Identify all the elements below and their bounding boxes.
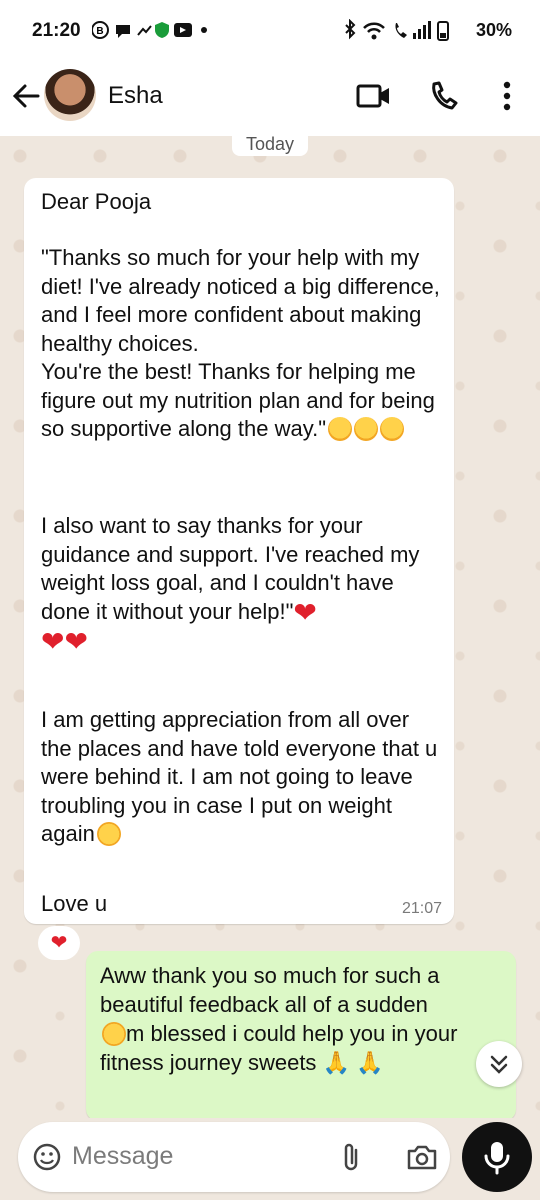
contact-name[interactable]: Esha (108, 82, 163, 110)
folded-hands-emoji: 🙏 (356, 1050, 384, 1075)
camera-icon[interactable] (406, 1142, 438, 1177)
more-options-icon[interactable] (500, 76, 514, 121)
kissing-face-emoji (380, 417, 405, 441)
kissing-face-emoji (354, 417, 379, 441)
heart-emoji: ❤ (64, 626, 88, 657)
scroll-down-button[interactable] (476, 1041, 522, 1087)
outgoing-message[interactable]: Aww thank you so much for such a beautif… (86, 951, 516, 1118)
message-composer[interactable]: Message (18, 1122, 450, 1192)
phone-icon[interactable] (428, 76, 462, 121)
message-paragraph: "Thanks so much for your help with my di… (41, 245, 440, 441)
incoming-message[interactable]: Dear Pooja "Thanks so much for your help… (24, 178, 454, 924)
date-divider: Today (232, 136, 308, 156)
mic-button[interactable] (462, 1122, 532, 1192)
notification-icons: B (91, 19, 222, 45)
reaction-badge[interactable]: ❤ (38, 926, 80, 960)
message-input[interactable]: Message (72, 1142, 173, 1171)
heart-emoji: ❤ (293, 596, 317, 628)
kissing-face-emoji (328, 417, 353, 441)
scroll-down-icon (490, 1055, 508, 1074)
message-greeting: Dear Pooja (41, 189, 152, 214)
chat-header: Esha (0, 62, 540, 136)
emoji-icon[interactable] (32, 1142, 62, 1177)
mic-icon (484, 1142, 510, 1175)
attach-icon[interactable] (340, 1142, 364, 1179)
zany-face-emoji (96, 822, 121, 846)
avatar[interactable] (44, 69, 96, 121)
video-call-icon[interactable] (356, 76, 392, 121)
message-timestamp: 21:07 (401, 900, 442, 917)
message-text: Aww thank you so much for such a beautif… (100, 963, 458, 1075)
message-closing: Love u (41, 891, 108, 916)
star-struck-emoji (102, 1022, 126, 1046)
chat-area[interactable]: Today Dear Pooja "Thanks so much for you… (0, 136, 540, 1118)
message-paragraph: I am getting appreciation from all over … (41, 707, 438, 846)
system-icons (342, 18, 457, 47)
status-time: 21:20 (32, 20, 81, 41)
back-arrow-icon[interactable] (10, 78, 42, 114)
status-bar: 21:20 B 30% (0, 0, 540, 62)
battery-level: 30% (475, 20, 512, 40)
folded-hands-emoji: 🙏 (322, 1050, 350, 1075)
message-paragraph: I also want to say thanks for your guida… (41, 513, 420, 657)
heart-emoji: ❤ (41, 626, 65, 657)
svg-text:B: B (96, 26, 103, 37)
